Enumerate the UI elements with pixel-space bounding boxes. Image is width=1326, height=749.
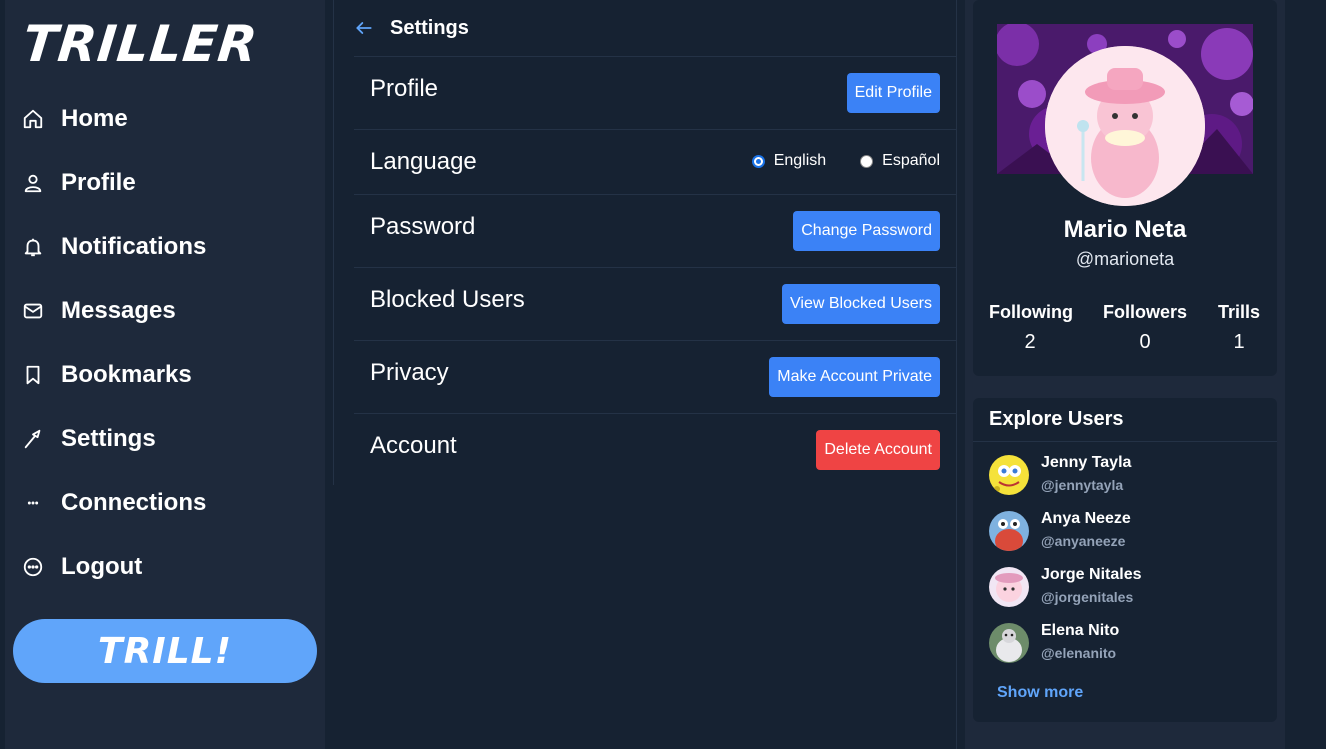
sidebar: TRILLER Home Profile Notifications Messa… — [5, 0, 325, 749]
right-column: Mario Neta @marioneta Following 2 Follow… — [965, 0, 1285, 749]
settings-list: Profile Edit Profile Language English Es… — [354, 56, 956, 486]
main-divider — [333, 0, 334, 485]
settings-row-label: Password — [370, 213, 476, 240]
sidebar-item-label: Logout — [61, 553, 143, 580]
radio-english[interactable] — [751, 154, 765, 168]
avatar — [989, 511, 1029, 551]
make-account-private-button[interactable]: Make Account Private — [769, 357, 940, 397]
sidebar-item-label: Home — [61, 105, 128, 132]
profile-stats: Following 2 Followers 0 Trills 1 — [973, 302, 1277, 358]
delete-account-button[interactable]: Delete Account — [816, 430, 940, 470]
home-icon — [21, 107, 45, 131]
dots-icon — [21, 491, 45, 515]
sidebar-item-bookmarks[interactable]: Bookmarks — [5, 343, 325, 407]
explore-title: Explore Users — [989, 408, 1124, 430]
settings-row-label: Privacy — [370, 359, 449, 386]
stat-label: Followers — [1103, 302, 1188, 322]
list-item[interactable]: Elena Nito @elenanito — [989, 620, 1269, 676]
sidebar-item-connections[interactable]: Connections — [5, 471, 325, 535]
user-icon — [21, 171, 45, 195]
mail-icon — [21, 299, 45, 323]
settings-row-privacy: Privacy Make Account Private — [354, 340, 956, 413]
main-divider — [956, 0, 957, 749]
profile-card: Mario Neta @marioneta Following 2 Follow… — [973, 0, 1277, 376]
settings-row-language: Language English Español — [354, 129, 956, 194]
pen-icon — [21, 427, 45, 451]
stat-value: 2 — [1024, 331, 1036, 353]
radio-label: Español — [882, 152, 940, 169]
divider — [973, 441, 1277, 442]
sidebar-nav: Home Profile Notifications Messages Book… — [5, 87, 325, 599]
explore-users-card: Explore Users Jenny Tayla @jennytayla An… — [973, 398, 1277, 722]
settings-row-account: Account Delete Account — [354, 413, 956, 486]
sidebar-item-logout[interactable]: Logout — [5, 535, 325, 599]
page-title: Settings — [390, 16, 469, 39]
avatar — [989, 623, 1029, 663]
settings-row-password: Password Change Password — [354, 194, 956, 267]
show-more-link[interactable]: Show more — [997, 684, 1083, 702]
language-option-espanol[interactable]: Español — [860, 152, 940, 170]
stat-value: 1 — [1233, 331, 1245, 353]
settings-row-label: Profile — [370, 75, 439, 102]
user-handle: @jennytayla — [1041, 477, 1124, 493]
stat-trills[interactable]: Trills 1 — [1217, 302, 1261, 354]
profile-avatar[interactable] — [1045, 46, 1205, 206]
settings-row-label: Blocked Users — [370, 286, 525, 313]
stat-label: Trills — [1217, 302, 1261, 322]
stat-label: Following — [989, 302, 1073, 322]
sidebar-item-notifications[interactable]: Notifications — [5, 215, 325, 279]
user-handle: @jorgenitales — [1041, 589, 1134, 605]
edit-profile-button[interactable]: Edit Profile — [846, 73, 940, 113]
avatar — [989, 567, 1029, 607]
sidebar-item-label: Notifications — [61, 233, 207, 260]
trill-button[interactable]: TRILL! — [13, 619, 317, 683]
radio-label: English — [773, 152, 827, 169]
settings-row-label: Account — [370, 432, 457, 459]
sidebar-item-label: Connections — [61, 489, 207, 516]
stat-followers[interactable]: Followers 0 — [1103, 302, 1187, 354]
sidebar-item-label: Profile — [61, 169, 136, 196]
bell-icon — [21, 235, 45, 259]
user-meta: Elena Nito @elenanito — [1041, 620, 1119, 676]
user-name: Jenny Tayla — [1041, 454, 1132, 471]
settings-row-label: Language — [370, 148, 477, 175]
list-item[interactable]: Jorge Nitales @jorgenitales — [989, 564, 1269, 620]
radio-espanol[interactable] — [860, 154, 874, 168]
sidebar-item-messages[interactable]: Messages — [5, 279, 325, 343]
user-meta: Jorge Nitales @jorgenitales — [1041, 564, 1141, 620]
user-meta: Jenny Tayla @jennytayla — [1041, 452, 1131, 508]
sidebar-item-label: Bookmarks — [61, 361, 192, 388]
stat-following[interactable]: Following 2 — [989, 302, 1073, 354]
settings-row-profile: Profile Edit Profile — [354, 56, 956, 129]
circle-dots-icon — [21, 555, 45, 579]
settings-row-blocked-users: Blocked Users View Blocked Users — [354, 267, 956, 340]
user-name: Jorge Nitales — [1041, 566, 1142, 583]
settings-header: Settings — [354, 0, 956, 56]
language-radio-group: English Español — [751, 152, 940, 170]
sidebar-item-profile[interactable]: Profile — [5, 151, 325, 215]
user-name: Elena Nito — [1041, 622, 1120, 639]
avatar — [989, 455, 1029, 495]
user-handle: @elenanito — [1041, 645, 1117, 661]
user-meta: Anya Neeze @anyaneeze — [1041, 508, 1131, 564]
list-item[interactable]: Jenny Tayla @jennytayla — [989, 452, 1269, 508]
profile-name: Mario Neta — [1063, 216, 1187, 243]
sidebar-item-settings[interactable]: Settings — [5, 407, 325, 471]
explore-user-list: Jenny Tayla @jennytayla Anya Neeze @anya… — [989, 452, 1269, 676]
sidebar-item-label: Settings — [61, 425, 156, 452]
stat-value: 0 — [1139, 331, 1151, 353]
change-password-button[interactable]: Change Password — [793, 211, 940, 251]
sidebar-item-label: Messages — [61, 297, 176, 324]
sidebar-item-home[interactable]: Home — [5, 87, 325, 151]
bookmark-icon — [21, 363, 45, 387]
profile-handle: @marioneta — [1075, 249, 1175, 269]
language-option-english[interactable]: English — [751, 152, 827, 170]
list-item[interactable]: Anya Neeze @anyaneeze — [989, 508, 1269, 564]
user-handle: @anyaneeze — [1041, 533, 1126, 549]
back-arrow-icon[interactable] — [354, 18, 374, 38]
triller-logo[interactable]: TRILLER — [20, 14, 261, 74]
user-name: Anya Neeze — [1041, 510, 1131, 527]
view-blocked-users-button[interactable]: View Blocked Users — [782, 284, 940, 324]
